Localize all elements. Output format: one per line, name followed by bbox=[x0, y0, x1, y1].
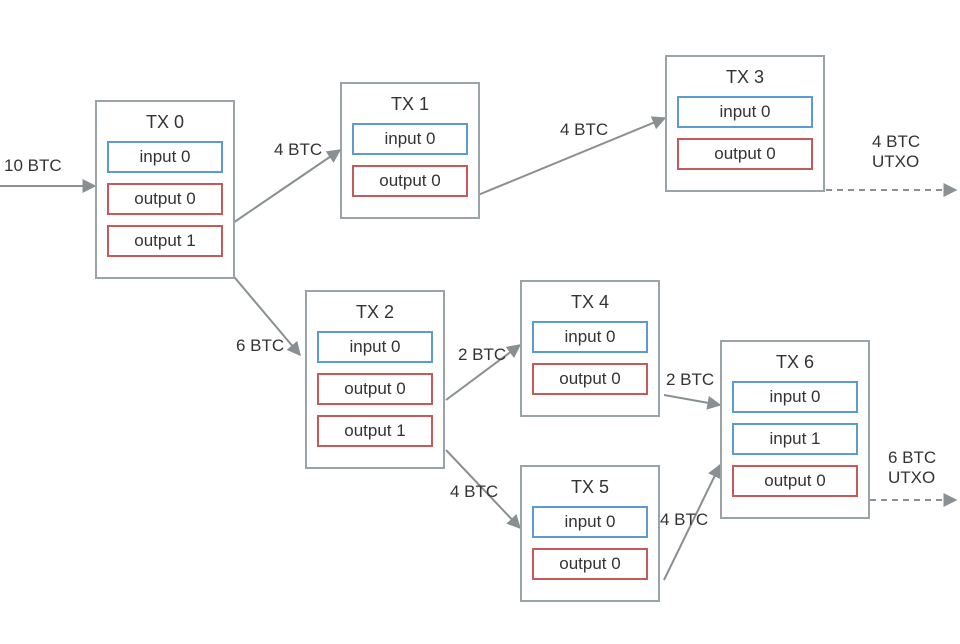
tx6: TX 6 input 0 input 1 output 0 bbox=[720, 340, 870, 519]
tx3-output-0: output 0 bbox=[677, 138, 813, 170]
tx4-title: TX 4 bbox=[532, 292, 648, 313]
tx3: TX 3 input 0 output 0 bbox=[665, 55, 825, 192]
label-tx4-tx6: 2 BTC bbox=[666, 370, 714, 390]
tx2-output-1: output 1 bbox=[317, 415, 433, 447]
label-tx2-tx4: 2 BTC bbox=[458, 345, 506, 365]
tx1-input-0: input 0 bbox=[352, 123, 468, 155]
tx1-title: TX 1 bbox=[352, 94, 468, 115]
tx2-title: TX 2 bbox=[317, 302, 433, 323]
tx0-title: TX 0 bbox=[107, 112, 223, 133]
tx6-input-0: input 0 bbox=[732, 381, 858, 413]
tx3-title: TX 3 bbox=[677, 67, 813, 88]
tx6-title: TX 6 bbox=[732, 352, 858, 373]
tx4-output-0: output 0 bbox=[532, 363, 648, 395]
tx3-input-0: input 0 bbox=[677, 96, 813, 128]
label-tx0-tx2: 6 BTC bbox=[236, 336, 284, 356]
tx4: TX 4 input 0 output 0 bbox=[520, 280, 660, 417]
label-tx3-out: 4 BTC UTXO bbox=[872, 132, 920, 172]
tx2: TX 2 input 0 output 0 output 1 bbox=[305, 290, 445, 469]
tx5: TX 5 input 0 output 0 bbox=[520, 465, 660, 602]
tx0: TX 0 input 0 output 0 output 1 bbox=[95, 100, 235, 279]
tx5-output-0: output 0 bbox=[532, 548, 648, 580]
tx5-title: TX 5 bbox=[532, 477, 648, 498]
tx0-input-0: input 0 bbox=[107, 141, 223, 173]
tx1: TX 1 input 0 output 0 bbox=[340, 82, 480, 219]
tx2-input-0: input 0 bbox=[317, 331, 433, 363]
label-tx1-tx3: 4 BTC bbox=[560, 120, 608, 140]
tx2-output-0: output 0 bbox=[317, 373, 433, 405]
label-tx6-out: 6 BTC UTXO bbox=[888, 448, 936, 488]
tx4-input-0: input 0 bbox=[532, 321, 648, 353]
label-tx2-tx5: 4 BTC bbox=[450, 482, 498, 502]
label-in0: 10 BTC bbox=[4, 156, 62, 176]
tx0-output-0: output 0 bbox=[107, 183, 223, 215]
tx1-output-0: output 0 bbox=[352, 165, 468, 197]
tx6-input-1: input 1 bbox=[732, 423, 858, 455]
diagram-stage: TX 0 input 0 output 0 output 1 TX 1 inpu… bbox=[0, 0, 960, 644]
label-tx5-tx6: 4 BTC bbox=[660, 510, 708, 530]
label-tx0-tx1: 4 BTC bbox=[274, 140, 322, 160]
tx5-input-0: input 0 bbox=[532, 506, 648, 538]
tx6-output-0: output 0 bbox=[732, 465, 858, 497]
tx0-output-1: output 1 bbox=[107, 225, 223, 257]
